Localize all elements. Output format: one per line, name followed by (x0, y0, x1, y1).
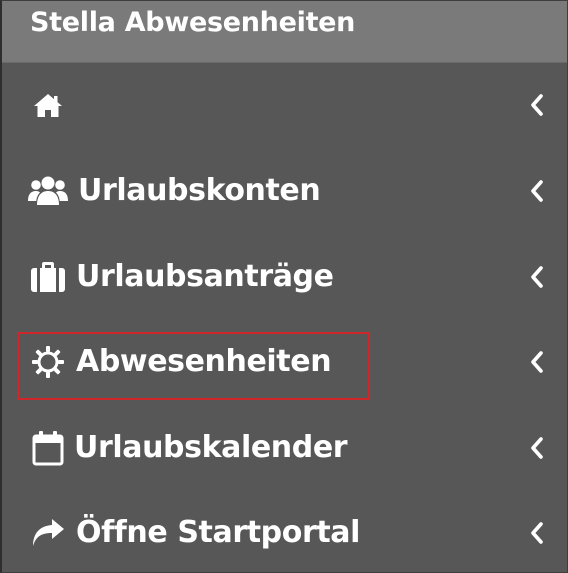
suitcase-icon (28, 257, 68, 297)
sidebar-item-label: Urlaubskalender (74, 430, 348, 465)
chevron-left-icon (529, 265, 545, 289)
app-title: Stella Abwesenheiten (30, 7, 356, 38)
chevron-left-icon (529, 93, 545, 117)
sidebar-item-label: Abwesenheiten (76, 344, 332, 379)
sidebar-item-urlaubskonten[interactable]: Urlaubskonten (2, 149, 567, 233)
chevron-left-icon (529, 436, 545, 460)
sidebar-item-urlaubsantraege[interactable]: Urlaubsanträge (2, 235, 567, 319)
sidebar-item-label: Urlaubsanträge (76, 259, 334, 294)
sidebar-item-label: Öffne Startportal (76, 515, 361, 550)
share-arrow-icon (28, 513, 68, 553)
sidebar-item-abwesenheiten[interactable]: Abwesenheiten (2, 320, 567, 404)
home-icon (28, 85, 68, 125)
sidebar-panel: Stella Abwesenheiten Urlaubskonten Urlau… (0, 0, 568, 573)
sidebar-item-label: Urlaubskonten (78, 173, 321, 208)
chevron-left-icon (529, 350, 545, 374)
calendar-icon (28, 428, 68, 468)
gear-icon (28, 342, 68, 382)
users-icon (28, 171, 68, 211)
sidebar-header: Stella Abwesenheiten (2, 1, 567, 63)
sidebar-item-startportal[interactable]: Öffne Startportal (2, 491, 567, 572)
sidebar-item-home[interactable] (2, 63, 567, 147)
sidebar-item-urlaubskalender[interactable]: Urlaubskalender (2, 406, 567, 490)
chevron-left-icon (529, 521, 545, 545)
chevron-left-icon (529, 179, 545, 203)
